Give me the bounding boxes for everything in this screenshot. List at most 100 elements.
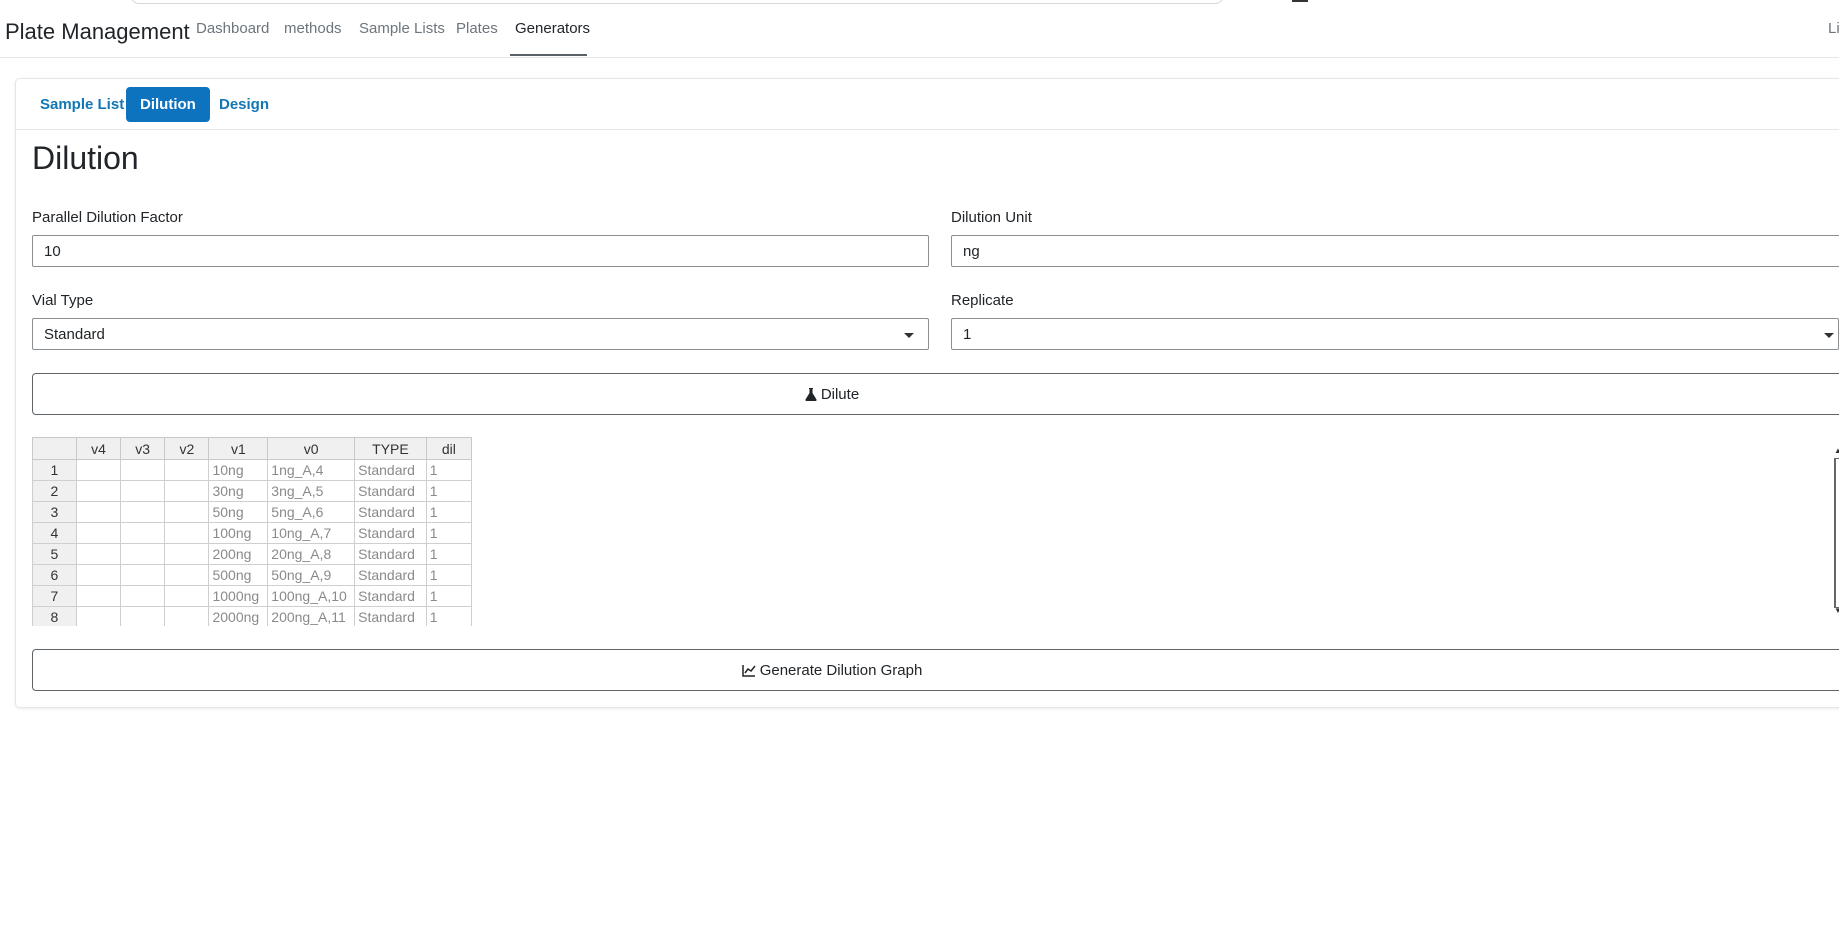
nav-plates[interactable]: Plates: [456, 20, 498, 37]
row-header[interactable]: 7: [32, 585, 77, 607]
card-header: Sample List Dilution Design: [16, 79, 1839, 130]
row-header[interactable]: 1: [32, 459, 77, 481]
col-header-rownum: [32, 437, 77, 460]
col-header-v0[interactable]: v0: [267, 437, 356, 460]
table-cell[interactable]: 1: [425, 459, 472, 481]
table-cell[interactable]: Standard: [354, 459, 427, 481]
table-cell[interactable]: [164, 585, 210, 607]
vial-type-select[interactable]: Standard: [32, 318, 929, 350]
generate-dilution-graph-button[interactable]: Generate Dilution Graph: [32, 649, 1839, 691]
table-cell[interactable]: [164, 522, 210, 544]
row-header[interactable]: 6: [32, 564, 77, 586]
table-cell[interactable]: 1: [425, 480, 472, 502]
table-cell[interactable]: 1ng_A,4: [267, 459, 356, 481]
col-header-v4[interactable]: v4: [75, 437, 122, 460]
nav-dashboard[interactable]: Dashboard: [196, 20, 269, 37]
table-cell[interactable]: 30ng: [208, 480, 269, 502]
row-header[interactable]: 5: [32, 543, 77, 565]
line-chart-icon: [741, 664, 756, 677]
table-cell[interactable]: 2000ng: [208, 606, 269, 626]
table-cell[interactable]: [164, 606, 210, 626]
table-scrollbar[interactable]: [1834, 458, 1839, 608]
table-cell[interactable]: [120, 522, 166, 544]
table-cell[interactable]: [120, 501, 166, 523]
dilution-table[interactable]: v4 v3 v2 v1 v0 TYPE dil 1 10ng 1ng_A,4 Stan…: [32, 437, 472, 626]
table-cell[interactable]: 1: [425, 522, 472, 544]
table-cell[interactable]: 200ng_A,11: [267, 606, 356, 626]
row-header[interactable]: 2: [32, 480, 77, 502]
table-cell[interactable]: 50ng_A,9: [267, 564, 356, 586]
col-header-v2[interactable]: v2: [164, 437, 210, 460]
table-cell[interactable]: 3ng_A,5: [267, 480, 356, 502]
table-cell[interactable]: Standard: [354, 564, 427, 586]
address-bar[interactable]: [130, 0, 1224, 4]
col-header-type[interactable]: TYPE: [354, 437, 427, 460]
table-cell[interactable]: 100ng_A,10: [267, 585, 356, 607]
table-cell[interactable]: [164, 480, 210, 502]
parallel-dilution-factor-input[interactable]: 10: [32, 235, 929, 267]
replicate-select[interactable]: 1: [951, 318, 1839, 350]
table-cell[interactable]: 1000ng: [208, 585, 269, 607]
table-cell[interactable]: 1: [425, 564, 472, 586]
generate-dilution-graph-label: Generate Dilution Graph: [759, 661, 923, 679]
table-cell[interactable]: 10ng_A,7: [267, 522, 356, 544]
table-cell[interactable]: [75, 480, 122, 502]
table-cell[interactable]: Standard: [354, 480, 427, 502]
tab-sample-list[interactable]: Sample List: [26, 87, 138, 122]
table-cell[interactable]: [120, 606, 166, 626]
table-cell[interactable]: 5ng_A,6: [267, 501, 356, 523]
table-cell[interactable]: [75, 459, 122, 481]
brand-title[interactable]: Plate Management: [5, 19, 190, 45]
nav-methods[interactable]: methods: [284, 20, 342, 37]
table-cell[interactable]: [164, 564, 210, 586]
table-cell[interactable]: Standard: [354, 606, 427, 626]
scroll-up-icon[interactable]: ▲: [1834, 446, 1839, 455]
table-cell[interactable]: 1: [425, 606, 472, 626]
table-cell[interactable]: [164, 501, 210, 523]
table-cell[interactable]: [75, 564, 122, 586]
nav-generators[interactable]: Generators: [515, 20, 590, 37]
dilute-button[interactable]: Dilute: [32, 373, 1839, 415]
nav-sample-lists[interactable]: Sample Lists: [359, 20, 445, 37]
row-header[interactable]: 8: [32, 606, 77, 626]
table-cell[interactable]: 50ng: [208, 501, 269, 523]
table-cell[interactable]: [75, 606, 122, 626]
table-cell[interactable]: 1: [425, 585, 472, 607]
nav-active-indicator: [510, 54, 587, 56]
dilution-unit-input[interactable]: ng: [951, 235, 1839, 267]
tab-design[interactable]: Design: [205, 87, 283, 122]
table-cell[interactable]: 20ng_A,8: [267, 543, 356, 565]
table-cell[interactable]: [75, 585, 122, 607]
tab-dilution[interactable]: Dilution: [126, 87, 210, 122]
table-cell[interactable]: [120, 543, 166, 565]
table-cell[interactable]: [120, 564, 166, 586]
col-header-v1[interactable]: v1: [208, 437, 269, 460]
table-cell[interactable]: [120, 585, 166, 607]
table-cell[interactable]: Standard: [354, 585, 427, 607]
table-cell[interactable]: 1: [425, 501, 472, 523]
table-cell[interactable]: [120, 459, 166, 481]
table-cell[interactable]: [120, 480, 166, 502]
row-header[interactable]: 4: [32, 522, 77, 544]
table-cell[interactable]: [164, 543, 210, 565]
table-cell[interactable]: [75, 522, 122, 544]
table-cell[interactable]: 10ng: [208, 459, 269, 481]
table-cell[interactable]: 1: [425, 543, 472, 565]
row-header[interactable]: 3: [32, 501, 77, 523]
nav-right-item[interactable]: Li: [1828, 20, 1839, 37]
table-cell[interactable]: Standard: [354, 522, 427, 544]
table-cell[interactable]: 100ng: [208, 522, 269, 544]
replicate-label: Replicate: [951, 292, 1014, 309]
table-cell[interactable]: 200ng: [208, 543, 269, 565]
col-header-v3[interactable]: v3: [120, 437, 166, 460]
table-cell[interactable]: 500ng: [208, 564, 269, 586]
table-cell[interactable]: Standard: [354, 543, 427, 565]
table-cell[interactable]: [164, 459, 210, 481]
table-cell[interactable]: [75, 501, 122, 523]
table-row: 7 1000ng 100ng_A,10 Standard 1: [32, 585, 472, 607]
scroll-down-icon[interactable]: ▼: [1834, 606, 1839, 615]
table-cell[interactable]: [75, 543, 122, 565]
col-header-dil[interactable]: dil: [425, 437, 472, 460]
table-cell[interactable]: Standard: [354, 501, 427, 523]
table-row: 2 30ng 3ng_A,5 Standard 1: [32, 480, 472, 502]
